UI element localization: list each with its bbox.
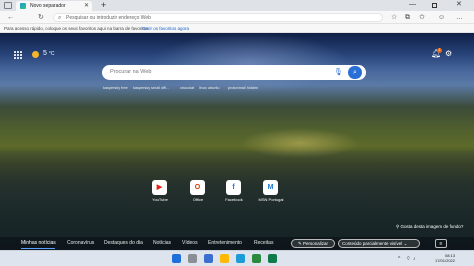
notification-count-badge: 1 xyxy=(437,48,442,53)
search-icon: ⌕ xyxy=(58,15,62,21)
top-site-youtube[interactable]: ▶ YouTube xyxy=(144,180,176,212)
background-sky xyxy=(150,33,350,93)
taskbar-app-icon[interactable] xyxy=(268,254,277,263)
tab-my-news[interactable]: Minhas notícias xyxy=(21,239,56,248)
msn-icon: M xyxy=(267,184,274,191)
top-site-label: Facebook xyxy=(225,197,243,202)
tab-close-icon[interactable]: ✕ xyxy=(84,2,89,10)
web-search-box[interactable]: Procurar na Web 🎙︎ ⌕ xyxy=(102,65,366,80)
address-input[interactable]: Pesquisar ou introduzir endereço Web xyxy=(66,14,151,22)
search-submit-button[interactable]: ⌕ xyxy=(348,66,362,79)
close-window-button[interactable]: ✕ xyxy=(456,0,462,10)
quick-link[interactable]: chocolat xyxy=(180,85,194,92)
quick-link[interactable]: protonmail hidden xyxy=(228,85,258,92)
personalize-button[interactable]: ✎ Personalizar xyxy=(291,239,335,248)
edge-browser-icon[interactable] xyxy=(236,254,245,263)
news-feed-bar: Minhas notícias Coronavírus Destaques do… xyxy=(0,237,474,250)
address-bar[interactable]: ⌕ Pesquisar ou introduzir endereço Web xyxy=(53,13,383,22)
tab-recipes[interactable]: Receitas xyxy=(254,239,273,248)
windows-taskbar: ^ ⌔ ♪ 08:13 17/01/2022 xyxy=(0,250,474,266)
chevron-down-icon: ⌄ xyxy=(403,241,408,246)
quick-link[interactable]: kaspersky free xyxy=(103,85,128,92)
tab-active[interactable]: Novo separador ✕ xyxy=(16,1,92,11)
facebook-icon: f xyxy=(232,184,235,191)
youtube-icon: ▶ xyxy=(156,184,163,191)
tab-coronavirus[interactable]: Coronavírus xyxy=(67,239,94,248)
web-search-input[interactable]: Procurar na Web xyxy=(110,67,151,78)
microphone-icon[interactable]: 🎙︎ xyxy=(334,67,343,78)
top-site-label: MSN Portugal xyxy=(258,197,284,202)
new-tab-page: 5 °C 🔔︎ 1 ⚙ Procurar na Web 🎙︎ ⌕ kaspers… xyxy=(0,33,474,250)
edge-favicon-icon xyxy=(20,3,26,9)
top-site-msn[interactable]: M MSN Portugal xyxy=(255,180,287,212)
top-site-office[interactable]: O Office xyxy=(182,180,214,212)
task-view-icon[interactable] xyxy=(204,254,213,263)
network-icon[interactable]: ⌔ xyxy=(406,255,411,263)
quick-link[interactable]: linux ubuntu xyxy=(199,85,219,92)
tab-news[interactable]: Notícias xyxy=(153,239,171,248)
tab-title: Novo separador xyxy=(30,3,66,9)
back-button[interactable]: ← xyxy=(7,12,14,23)
favorites-icon[interactable]: ✩ xyxy=(419,12,425,23)
weather-sun-icon[interactable] xyxy=(32,51,39,58)
top-site-facebook[interactable]: f Facebook xyxy=(218,180,250,212)
tab-entertainment[interactable]: Entretenimento xyxy=(208,239,242,248)
tab-videos[interactable]: Vídeos xyxy=(182,239,198,248)
tab-actions-icon[interactable] xyxy=(4,2,12,9)
taskbar-search-icon[interactable] xyxy=(188,254,197,263)
add-favorite-icon[interactable]: ☆ xyxy=(391,12,397,23)
clock-date: 17/01/2022 xyxy=(434,258,455,263)
refresh-button[interactable]: ↻ xyxy=(38,12,44,23)
top-sites: ▶ YouTube O Office f Facebook M MSN Port… xyxy=(148,180,288,212)
minimize-button[interactable]: — xyxy=(409,0,416,10)
maximize-button[interactable] xyxy=(432,3,437,8)
background-sunlight xyxy=(240,128,360,158)
start-button-icon[interactable] xyxy=(172,254,181,263)
taskbar-app-icon[interactable] xyxy=(252,254,261,263)
quick-link[interactable]: kaspersky small offi... xyxy=(133,85,169,92)
profile-icon[interactable]: ☺ xyxy=(438,12,445,23)
extensions-icon[interactable]: ⧉ xyxy=(405,12,410,23)
search-quick-links: kaspersky free kaspersky small offi... c… xyxy=(100,85,300,92)
page-settings-gear-icon[interactable]: ⚙ xyxy=(445,49,452,59)
top-site-label: YouTube xyxy=(152,197,168,202)
taskbar-clock[interactable]: 08:13 17/01/2022 xyxy=(421,253,455,263)
manage-favorites-link[interactable]: Gerir os favoritos agora xyxy=(142,25,189,32)
page-layout-button[interactable]: ≡ xyxy=(435,239,447,248)
office-icon: O xyxy=(194,184,201,191)
active-tab-indicator xyxy=(21,248,55,249)
like-background-link[interactable]: ⚲ Gosta desta imagem de fundo? xyxy=(396,223,463,230)
browser-window: Novo separador ✕ + — ✕ ← ↻ ⌕ Pesquisar o… xyxy=(0,0,474,266)
tray-overflow-chevron-icon[interactable]: ^ xyxy=(398,255,400,263)
tab-strip: Novo separador ✕ + — ✕ xyxy=(0,0,474,11)
browser-toolbar: ← ↻ ⌕ Pesquisar ou introduzir endereço W… xyxy=(0,11,474,24)
new-tab-button[interactable]: + xyxy=(101,0,106,10)
content-visibility-dropdown[interactable]: Conteúdo parcialmente visível ⌄ xyxy=(338,239,420,248)
favorites-bar-hint: Para acesso rápido, coloque os seus favo… xyxy=(4,26,150,31)
volume-icon[interactable]: ♪ xyxy=(413,255,416,263)
favorites-bar: Para acesso rápido, coloque os seus favo… xyxy=(0,24,474,33)
more-options-icon[interactable]: … xyxy=(456,12,463,23)
weather-temperature[interactable]: 5 °C xyxy=(43,49,54,59)
apps-launcher-icon[interactable] xyxy=(14,51,22,59)
top-site-label: Office xyxy=(192,197,204,202)
file-explorer-icon[interactable] xyxy=(220,254,229,263)
tab-top-stories[interactable]: Destaques do dia xyxy=(104,239,143,248)
